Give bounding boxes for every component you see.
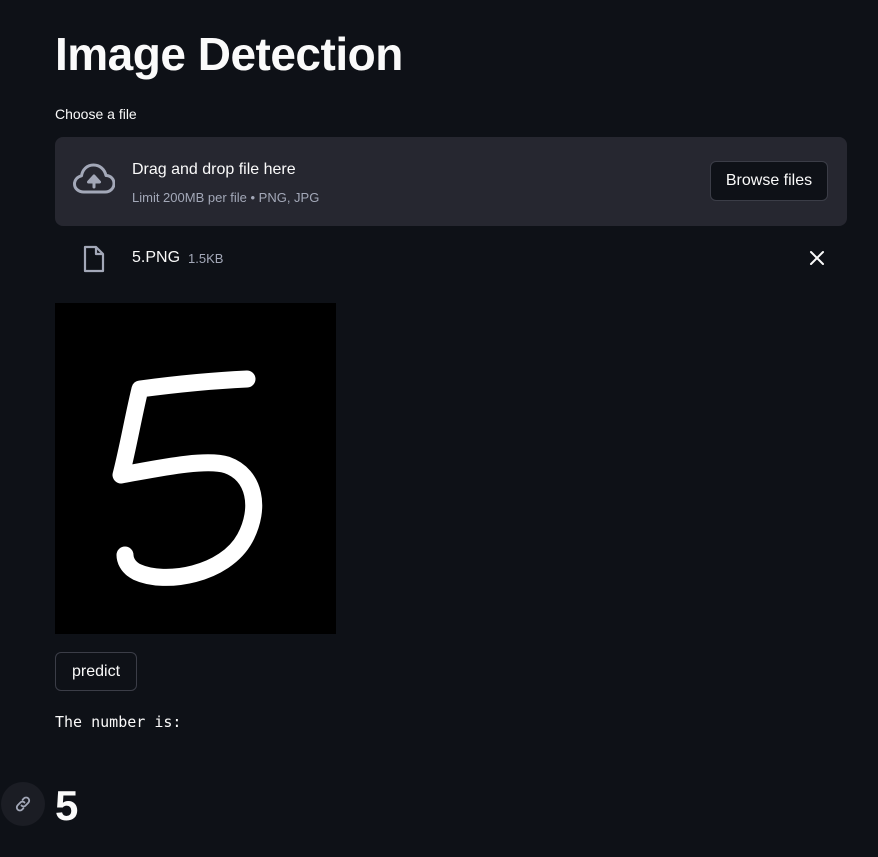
- close-icon: [810, 251, 824, 265]
- uploaded-file-item: 5.PNG 1.5KB: [55, 238, 847, 278]
- cloud-upload-icon: [73, 163, 115, 194]
- dropzone-limit-text: Limit 200MB per file • PNG, JPG: [132, 190, 320, 205]
- header-anchor-link[interactable]: [1, 782, 45, 826]
- uploaded-file-size: 1.5KB: [188, 251, 224, 266]
- file-uploader-label: Choose a file: [55, 106, 137, 122]
- remove-file-button[interactable]: [805, 246, 829, 270]
- predict-button[interactable]: predict: [55, 652, 137, 691]
- dropzone-instruction: Drag and drop file here: [132, 161, 296, 178]
- predicted-number: 5: [55, 782, 79, 829]
- uploaded-file-name: 5.PNG: [132, 249, 181, 266]
- file-icon: [83, 245, 105, 273]
- page-title: Image Detection: [55, 28, 403, 80]
- uploaded-digit-image: [55, 303, 336, 634]
- browse-files-button[interactable]: Browse files: [710, 161, 828, 201]
- link-icon: [15, 796, 31, 812]
- file-dropzone[interactable]: Drag and drop file here Limit 200MB per …: [55, 137, 847, 226]
- result-label: The number is:: [55, 713, 182, 731]
